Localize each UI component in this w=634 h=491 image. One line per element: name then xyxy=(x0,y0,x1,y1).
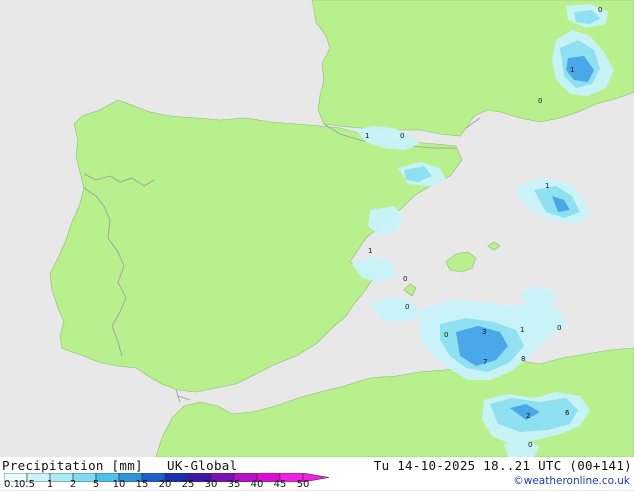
map-label: 1 xyxy=(365,132,369,140)
map-label: 0 xyxy=(528,441,532,449)
legend-tick-label: 45 xyxy=(273,479,287,490)
map-label: 0 xyxy=(400,132,404,140)
map-label: 1 xyxy=(368,247,372,255)
map-label: 0 xyxy=(405,303,409,311)
map-label: 7 xyxy=(483,358,487,366)
legend-tick-label: 40 xyxy=(250,479,264,490)
legend-footer: Precipitation [mm] UK-Global Tu 14-10-20… xyxy=(0,457,634,490)
legend-tick-labels: 0.1 0.5 1 2 5 10 15 20 25 30 35 40 45 50 xyxy=(0,479,330,491)
map-label: 3 xyxy=(482,328,486,336)
legend-tick-label: 5 xyxy=(92,479,100,490)
legend-tick-label: 35 xyxy=(227,479,241,490)
model-name: UK-Global xyxy=(167,458,238,473)
legend-tick-label: 30 xyxy=(204,479,218,490)
legend-tick-label: 1 xyxy=(46,479,54,490)
map-label: 0 xyxy=(538,97,542,105)
map-label: 6 xyxy=(565,409,570,417)
legend-tick-label: 10 xyxy=(112,479,126,490)
map-label: 0 xyxy=(403,275,407,283)
map-label: 0 xyxy=(444,331,448,339)
map-label: 0 xyxy=(557,324,561,332)
credit-link[interactable]: ©weatheronline.co.uk xyxy=(513,475,630,487)
map-label: 0 xyxy=(598,6,602,14)
map-label: 1 xyxy=(570,66,574,74)
legend-tick-label: 0.5 xyxy=(19,479,35,490)
legend-tick-label: 0.1 xyxy=(4,479,20,490)
map-label: 8 xyxy=(521,355,525,363)
legend-tick-label: 50 xyxy=(296,479,310,490)
legend-tick-label: 20 xyxy=(158,479,172,490)
map-label: 2 xyxy=(526,412,530,420)
map-label: 1 xyxy=(545,182,549,190)
map-label: 1 xyxy=(520,326,524,334)
valid-time: Tu 14-10-2025 18..21 UTC (00+141) xyxy=(373,458,632,473)
precipitation-map[interactable]: 0 1 0 1 0 1 1 0 0 0 3 1 0 7 8 2 6 0 xyxy=(0,0,634,457)
legend-tick-label: 25 xyxy=(181,479,195,490)
legend-tick-label: 15 xyxy=(135,479,149,490)
legend-tick-label: 2 xyxy=(69,479,77,490)
legend-title: Precipitation [mm] xyxy=(2,458,143,473)
